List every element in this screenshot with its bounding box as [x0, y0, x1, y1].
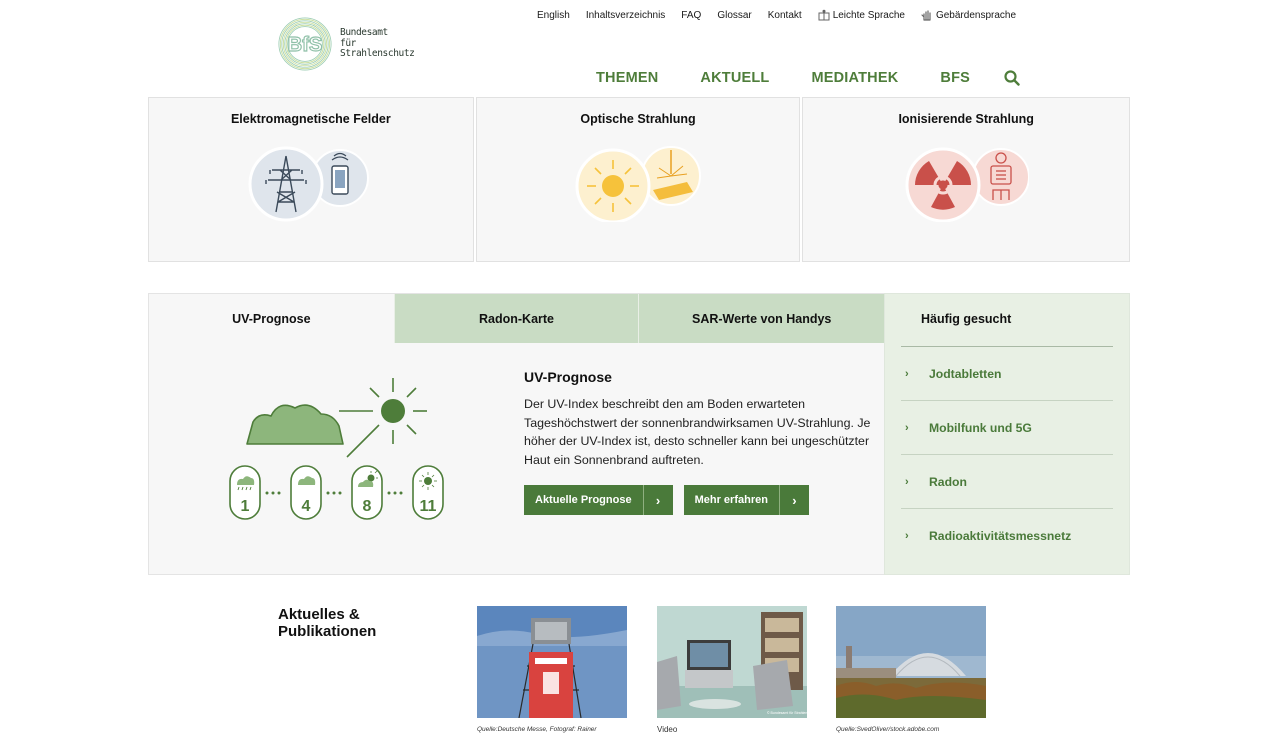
topnav-kontakt[interactable]: Kontakt: [768, 9, 802, 21]
tab-sar-werte[interactable]: SAR-Werte von Handys: [638, 294, 885, 343]
tab-uv-prognose[interactable]: UV-Prognose: [149, 294, 394, 343]
category-title: Ionisierende Strahlung: [898, 112, 1034, 126]
power-pylon-icon: [248, 146, 369, 222]
svg-text:© Bundesamt für Strahlenschutz: © Bundesamt für Strahlenschutz: [767, 711, 807, 715]
faq-item-jodtabletten[interactable]: › Jodtabletten: [901, 347, 1113, 401]
chevron-right-icon: ›: [905, 475, 909, 488]
category-title: Elektromagnetische Felder: [230, 112, 391, 126]
chevron-right-icon: ›: [778, 485, 809, 515]
news-card[interactable]: © Bundesamt für Strahlenschutz Video: [657, 606, 807, 734]
brand-name-line2: für Strahlenschutz: [340, 37, 415, 60]
news-caption: Quelle:SvedOliver/stock.adobe.com: [836, 726, 940, 733]
mainnav-aktuell[interactable]: AKTUELL: [700, 70, 769, 86]
uv-level-1: 1: [241, 498, 250, 515]
uv-level-11: 11: [420, 498, 437, 515]
service-navigation: English Inhaltsverzeichnis FAQ Glossar K…: [537, 9, 1032, 21]
service-tabs-panel: UV-Prognose Radon-Karte SAR-Werte von Ha…: [148, 293, 885, 575]
faq-item-mobilfunk[interactable]: › Mobilfunk und 5G: [901, 401, 1113, 455]
sun-icon: [575, 146, 701, 222]
news-caption: Quelle:Deutsche Messe, Fotograf: Rainer: [477, 726, 597, 733]
tab-bar: UV-Prognose Radon-Karte SAR-Werte von Ha…: [149, 294, 885, 343]
uv-description: Der UV-Index beschreibt den am Boden erw…: [524, 397, 871, 467]
chevron-right-icon: ›: [905, 421, 909, 434]
topnav-english[interactable]: English: [537, 9, 570, 21]
news-card[interactable]: Quelle:SvedOliver/stock.adobe.com: [836, 606, 986, 733]
chevron-right-icon: ›: [905, 367, 909, 380]
news-caption: Video: [657, 725, 678, 734]
faq-item-radon[interactable]: › Radon: [901, 455, 1113, 509]
news-card[interactable]: Quelle:Deutsche Messe, Fotograf: Rainer: [477, 606, 627, 733]
current-forecast-button[interactable]: Aktuelle Prognose ›: [524, 485, 673, 515]
mainnav-search-button[interactable]: [1003, 69, 1021, 87]
chevron-right-icon: ›: [905, 529, 909, 542]
main-navigation: THEMEN AKTUELL MEDIATHEK BFS: [596, 69, 1021, 87]
topnav-glossar[interactable]: Glossar: [717, 9, 751, 21]
sign-language-icon: [921, 10, 931, 21]
frequently-searched: Häufig gesucht › Jodtabletten › Mobilfunk …: [884, 293, 1130, 575]
category-emf[interactable]: Elektromagnetische Felder: [148, 97, 474, 262]
svg-text:BfS: BfS: [288, 34, 323, 56]
mainnav-mediathek[interactable]: MEDIATHEK: [811, 70, 898, 86]
mainnav-bfs[interactable]: BFS: [940, 70, 970, 86]
search-icon: [1004, 70, 1020, 86]
frequently-searched-title: Häufig gesucht: [921, 312, 1012, 326]
category-ionizing[interactable]: Ionisierende Strahlung: [802, 97, 1131, 262]
topnav-inhaltsverzeichnis[interactable]: Inhaltsverzeichnis: [586, 9, 665, 21]
mainnav-themen[interactable]: THEMEN: [596, 70, 658, 86]
radiation-icon: [905, 147, 1030, 222]
easy-language-icon: [818, 9, 830, 21]
uv-level-4: 4: [302, 498, 311, 515]
tab-radon-karte[interactable]: Radon-Karte: [393, 294, 639, 343]
topic-categories: Elektromagnetische Felder Optische Strah…: [148, 97, 1131, 262]
chevron-right-icon: ›: [642, 485, 673, 515]
category-optical[interactable]: Optische Strahlung: [475, 97, 801, 262]
uv-level-8: 8: [363, 498, 372, 515]
topnav-faq[interactable]: FAQ: [681, 9, 701, 21]
uv-info: UV-Prognose Der UV-Index beschreibt den …: [524, 369, 884, 515]
category-title: Optische Strahlung: [580, 112, 696, 126]
news-heading: Aktuelles & Publikationen: [278, 606, 377, 640]
topnav-gebaerdensprache[interactable]: Gebärdensprache: [921, 9, 1016, 21]
news-image-living-room: © Bundesamt für Strahlenschutz: [657, 606, 807, 718]
news-image-chernobyl: [836, 606, 986, 718]
topnav-leichte-sprache[interactable]: Leichte Sprache: [818, 9, 905, 21]
uv-heading: UV-Prognose: [524, 369, 612, 385]
bfs-logo-mark-icon: BfS: [277, 16, 333, 72]
learn-more-button[interactable]: Mehr erfahren ›: [683, 485, 809, 515]
bfs-logo[interactable]: BfS Bundesamt für Strahlenschutz: [276, 14, 426, 74]
news-image-measurement-tower: [477, 606, 627, 718]
uv-index-illustration: 1 4 8 11: [229, 378, 444, 520]
faq-item-radioaktivitaetsmessnetz[interactable]: › Radioaktivitätsmessnetz: [901, 509, 1113, 562]
